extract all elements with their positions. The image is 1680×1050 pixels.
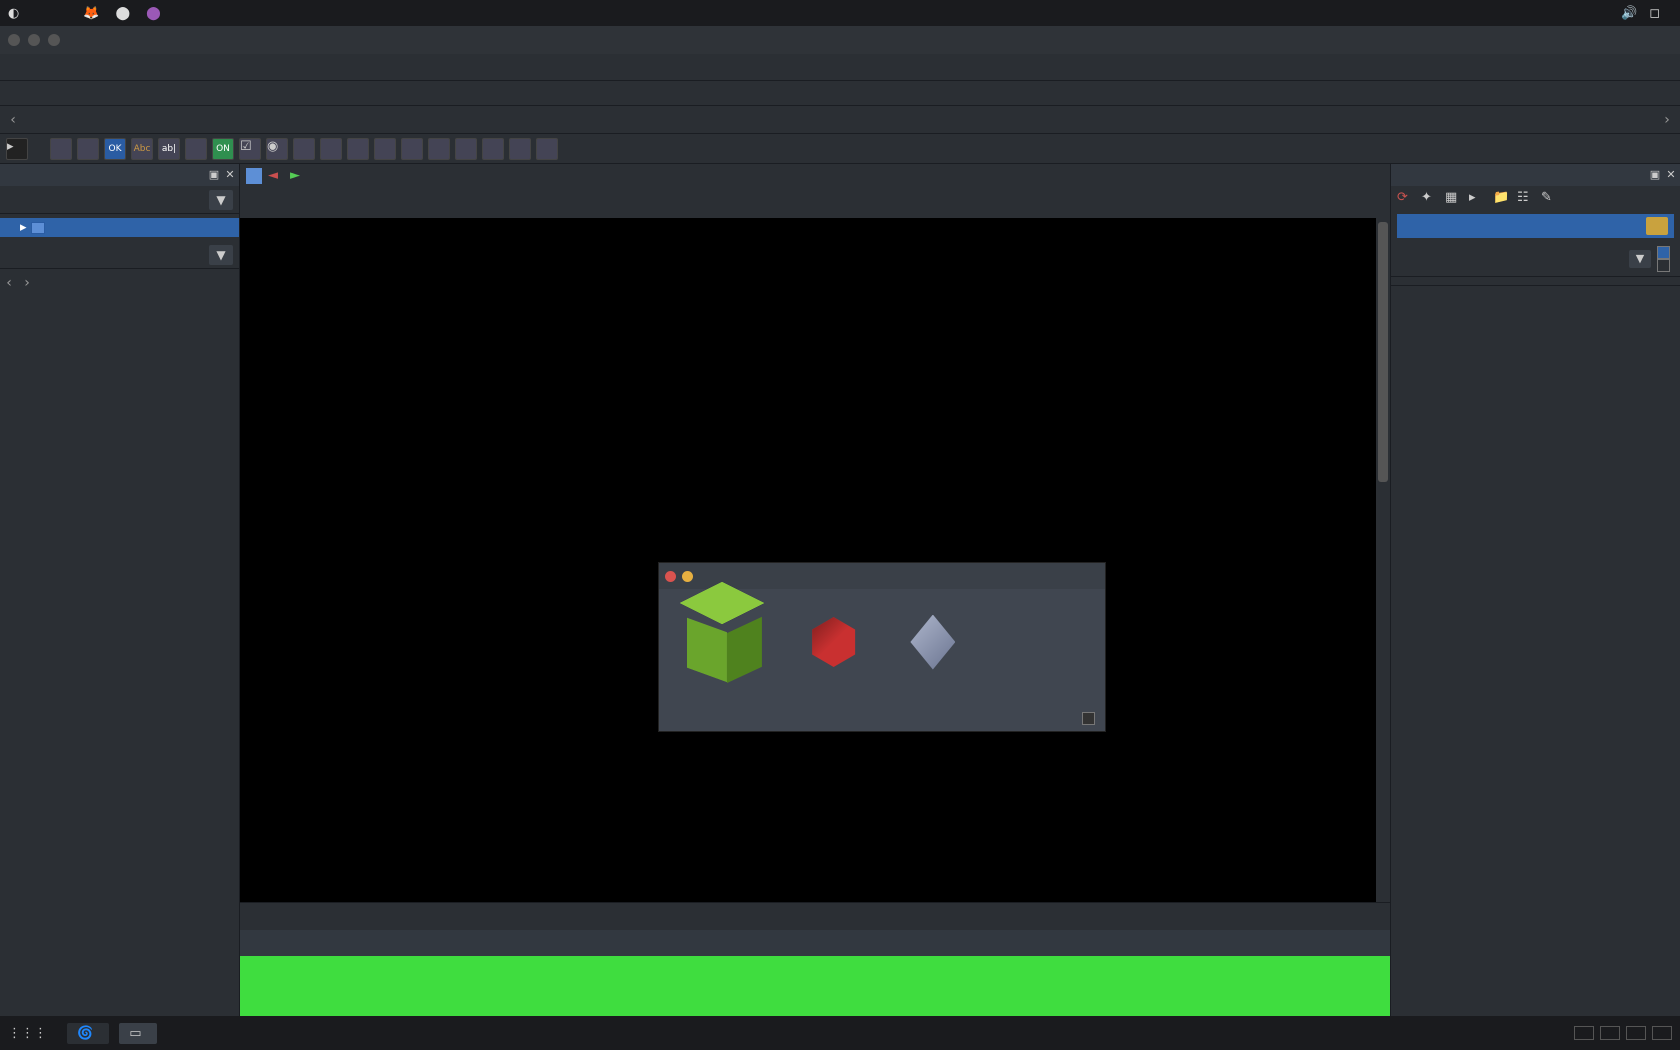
toolbar-icon[interactable]: ▦ — [1445, 190, 1461, 206]
component-icon[interactable] — [536, 138, 558, 160]
toolbar-icon[interactable]: ✦ — [1421, 190, 1437, 206]
messages-panel[interactable] — [240, 956, 1390, 1016]
editor-toolbar: ◄ ► — [240, 164, 1390, 188]
component-icon[interactable] — [293, 138, 315, 160]
toolbar-icon[interactable]: ☷ — [1517, 190, 1533, 206]
taskbar-button-ide[interactable]: 🌀 — [67, 1023, 109, 1044]
toolbar-icon[interactable]: ✎ — [1541, 190, 1557, 206]
palette-scroll-right[interactable]: › — [1658, 112, 1676, 128]
component-tree[interactable]: ▸ — [0, 214, 239, 241]
tree-node-form[interactable]: ▸ — [0, 218, 239, 237]
property-grid[interactable] — [0, 297, 239, 1016]
component-icon[interactable] — [509, 138, 531, 160]
close-icon[interactable] — [665, 571, 676, 582]
component-icon[interactable] — [428, 138, 450, 160]
component-palette-tabs: ‹ › — [0, 106, 1680, 134]
multi-projects-checkbox[interactable] — [1657, 259, 1670, 272]
folder-icon[interactable]: 📁 — [1493, 190, 1509, 206]
panel-close-icon[interactable]: ✕ — [1664, 168, 1678, 182]
app-icon: 🌀 — [77, 1026, 93, 1041]
minimize-icon[interactable] — [28, 34, 40, 46]
example-projects-panel: ▣✕ ⟳ ✦ ▦ ▸ 📁 ☷ ✎ ▼ — [1390, 164, 1680, 1016]
menu-icon[interactable]: ⋮⋮⋮ — [8, 1026, 47, 1041]
component-icon[interactable] — [455, 138, 477, 160]
workspace-switcher[interactable] — [1574, 1026, 1672, 1040]
code-editor[interactable] — [240, 218, 1390, 902]
toolbar-icon[interactable]: ▸ — [1469, 190, 1485, 206]
maximize-icon[interactable] — [48, 34, 60, 46]
example-projects-title: ▣✕ — [1391, 164, 1680, 186]
component-icon[interactable] — [401, 138, 423, 160]
terminal-icon[interactable]: ⬤ — [116, 6, 131, 21]
dodecahedron-shape[interactable] — [809, 617, 859, 667]
refresh-icon[interactable]: ⟳ — [1397, 190, 1413, 206]
component-palette-row: ▸ OK Abc ab| ON ☑ ◉ — [0, 134, 1680, 164]
taskbar-button-form1[interactable]: ▭ — [119, 1023, 157, 1044]
window-titlebar[interactable] — [0, 26, 1680, 54]
desktop-taskbar: ⋮⋮⋮ 🌀 ▭ — [0, 1016, 1680, 1050]
octahedron-shape[interactable] — [910, 615, 955, 670]
source-designer-tabs — [240, 902, 1390, 930]
main-menubar — [0, 54, 1680, 80]
projects-count — [1391, 276, 1680, 286]
component-icon[interactable]: Abc — [131, 138, 153, 160]
object-inspector-title: ▣✕ — [0, 164, 239, 186]
nav-fwd-icon[interactable]: ► — [290, 168, 306, 184]
files-icon[interactable]: ⬤ — [146, 6, 161, 21]
palette-scroll-left[interactable]: ‹ — [4, 112, 22, 128]
component-icon[interactable]: OK — [104, 138, 126, 160]
firefox-icon[interactable]: 🦊 — [83, 6, 99, 21]
object-inspector-panel: ▣✕ ▼ ▸ ▼ ‹ › — [0, 164, 240, 1016]
source-editor-panel: ◄ ► — [240, 164, 1390, 1016]
prop-tab-scroll-left[interactable]: ‹ — [0, 275, 18, 291]
window-controls[interactable] — [8, 34, 60, 46]
relative-paths-checkbox[interactable] — [1657, 246, 1670, 259]
component-icon[interactable] — [320, 138, 342, 160]
window-icon: ▭ — [129, 1026, 141, 1041]
cube-shape[interactable] — [687, 607, 757, 677]
form-toggle-icon[interactable] — [246, 168, 262, 184]
main-toolbar — [0, 80, 1680, 106]
filter-icon[interactable]: ▼ — [209, 245, 233, 265]
component-icon[interactable] — [50, 138, 72, 160]
volume-icon[interactable]: 🔊 — [1621, 6, 1637, 21]
panel-close-icon[interactable]: ✕ — [223, 168, 237, 182]
browse-folder-icon[interactable] — [1646, 217, 1668, 235]
component-icon[interactable]: ON — [212, 138, 234, 160]
editor-file-tabs — [240, 188, 1390, 218]
projects-list[interactable] — [1391, 286, 1680, 1016]
close-icon[interactable] — [8, 34, 20, 46]
double-mass-checkbox[interactable] — [1082, 712, 1095, 725]
prop-tab-scroll-right[interactable]: › — [18, 275, 36, 291]
panel-pin-icon[interactable]: ▣ — [1648, 168, 1662, 182]
component-icon[interactable]: ◉ — [266, 138, 288, 160]
distro-icon: ◐ — [8, 6, 19, 21]
component-icon[interactable] — [77, 138, 99, 160]
panel-pin-icon[interactable]: ▣ — [207, 168, 221, 182]
component-icon[interactable] — [185, 138, 207, 160]
component-icon[interactable]: ☑ — [239, 138, 261, 160]
component-icon[interactable] — [347, 138, 369, 160]
tray-icon[interactable]: ◻ — [1649, 6, 1660, 21]
filter-icon[interactable]: ▼ — [209, 190, 233, 210]
project-path-input[interactable] — [1397, 214, 1674, 238]
nav-back-icon[interactable]: ◄ — [268, 168, 284, 184]
filter-icon[interactable]: ▼ — [1629, 250, 1651, 268]
component-icon[interactable] — [482, 138, 504, 160]
minimize-icon[interactable] — [682, 571, 693, 582]
component-icon[interactable]: ab| — [158, 138, 180, 160]
vertical-scrollbar[interactable] — [1376, 218, 1390, 902]
property-tabs: ‹ › — [0, 269, 239, 297]
projects-toolbar: ⟳ ✦ ▦ ▸ 📁 ☷ ✎ — [1391, 186, 1680, 210]
selection-tool-icon[interactable]: ▸ — [6, 138, 28, 160]
editor-statusbar — [240, 930, 1390, 956]
running-form-window[interactable] — [658, 562, 1106, 732]
component-icon[interactable] — [374, 138, 396, 160]
desktop-top-panel: ◐ 🦊 ⬤ ⬤ 🔊 ◻ — [0, 0, 1680, 26]
